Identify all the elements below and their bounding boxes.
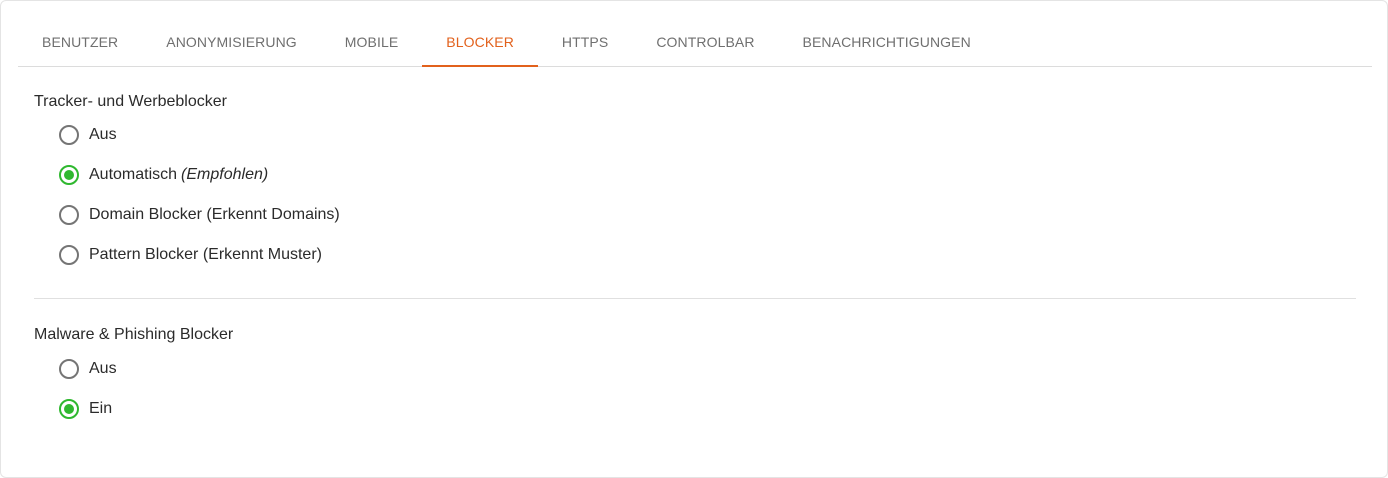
recommended-hint: (Empfohlen) xyxy=(181,166,269,183)
option-label: Ein xyxy=(89,400,113,417)
blocker-settings: Tracker- und Werbeblocker Aus Automatisc… xyxy=(34,67,1356,429)
tab-benutzer[interactable]: BENUTZER xyxy=(18,18,142,66)
option-label: Pattern Blocker (Erkennt Muster) xyxy=(89,246,322,263)
tracker-option-pattern-blocker[interactable]: Pattern Blocker (Erkennt Muster) xyxy=(59,235,1356,275)
tracker-section-title: Tracker- und Werbeblocker xyxy=(34,93,227,110)
tracker-options: Aus Automatisch (Empfohlen) Domain Blocke… xyxy=(34,115,1356,275)
tracker-option-aus[interactable]: Aus xyxy=(59,115,1356,155)
tab-benachrichtigungen[interactable]: BENACHRICHTIGUNGEN xyxy=(779,18,995,66)
option-label: Aus xyxy=(89,360,117,377)
tracker-option-domain-blocker[interactable]: Domain Blocker (Erkennt Domains) xyxy=(59,195,1356,235)
tab-anonymisierung[interactable]: ANONYMISIERUNG xyxy=(142,18,321,66)
radio-button-icon[interactable] xyxy=(59,359,79,379)
option-label: Aus xyxy=(89,126,117,143)
tab-controlbar[interactable]: CONTROLBAR xyxy=(632,18,778,66)
tab-https[interactable]: HTTPS xyxy=(538,18,632,66)
tracker-option-automatisch[interactable]: Automatisch (Empfohlen) xyxy=(59,155,1356,195)
radio-button-checked-icon[interactable] xyxy=(59,165,79,185)
radio-button-checked-icon[interactable] xyxy=(59,399,79,419)
malware-option-aus[interactable]: Aus xyxy=(59,349,1356,389)
option-label: Automatisch (Empfohlen) xyxy=(89,166,268,184)
malware-options: Aus Ein xyxy=(34,349,1356,429)
malware-option-ein[interactable]: Ein xyxy=(59,389,1356,429)
tab-bar: BENUTZER ANONYMISIERUNG MOBILE BLOCKER H… xyxy=(18,18,1372,67)
tab-mobile[interactable]: MOBILE xyxy=(321,18,423,66)
radio-button-icon[interactable] xyxy=(59,205,79,225)
radio-button-icon[interactable] xyxy=(59,125,79,145)
settings-panel: BENUTZER ANONYMISIERUNG MOBILE BLOCKER H… xyxy=(0,0,1388,478)
option-label: Domain Blocker (Erkennt Domains) xyxy=(89,206,340,223)
malware-section-title: Malware & Phishing Blocker xyxy=(34,326,234,343)
option-label-text: Automatisch xyxy=(89,166,178,183)
radio-button-icon[interactable] xyxy=(59,245,79,265)
tracker-section: Tracker- und Werbeblocker Aus Automatisc… xyxy=(34,67,1356,275)
tab-blocker[interactable]: BLOCKER xyxy=(422,18,538,67)
malware-section: Malware & Phishing Blocker Aus Ein xyxy=(34,299,1356,429)
